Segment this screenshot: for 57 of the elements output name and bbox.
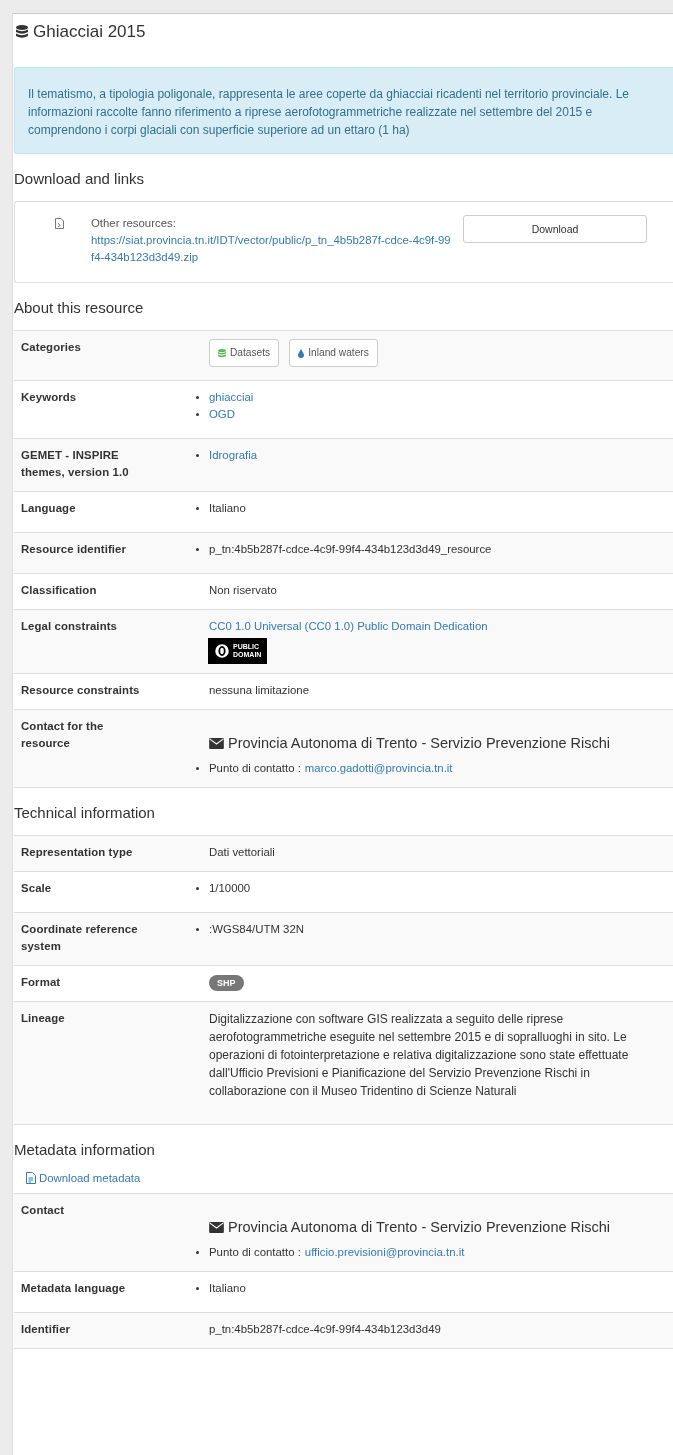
field-value: Non riservato	[209, 584, 277, 596]
field-label: Resource constraints	[21, 683, 140, 698]
keyword-link[interactable]: OGD	[209, 406, 235, 423]
field-label: GEMET - INSPIRE themes, version 1.0	[21, 448, 130, 480]
field-value: p_tn:4b5b287f-cdce-4c9f-99f4-434b123d3d49_resource	[209, 542, 492, 557]
field-label: Legal constraints	[21, 619, 117, 634]
document-icon	[26, 1172, 36, 1184]
section-heading: Download and links	[14, 170, 146, 187]
field-value: Italiano	[209, 501, 246, 516]
email-link[interactable]: marco.gadotti@provincia.tn.it	[304, 760, 453, 777]
contact-label: Punto di contatto :	[209, 761, 301, 776]
category-tag[interactable]: Datasets	[209, 339, 280, 367]
database-icon	[218, 348, 226, 358]
description-alert: Il tematismo, a tipologia poligonale, rappresenta le aree coperte da ghiacciai ricadenti nel territorio provinciale. Le informazioni raccolte fanno riferimento a riprese aerofotogrammetriche realizzate nel settembre del 2015 e comprendono i corpi glaciali con superficie superiore ad un ettaro (1 ha)	[14, 67, 673, 154]
license-link[interactable]: CC0 1.0 Universal (CC0 1.0) Public Domain Dedication	[209, 620, 488, 632]
field-label: Coordinate reference system	[21, 922, 139, 954]
organization-name: Provincia Autonoma di Trento - Servizio Prevenzione Rischi	[228, 1219, 610, 1236]
section-heading: Technical information	[14, 804, 156, 821]
field-value: p_tn:4b5b287f-cdce-4c9f-99f4-434b123d3d49	[209, 1323, 441, 1335]
field-value: :WGS84/UTM 32N	[209, 922, 304, 937]
field-value: 1/10000	[209, 881, 251, 896]
field-label: Scale	[21, 881, 52, 896]
field-label: Resource identifier	[21, 542, 127, 557]
contact-label: Punto di contatto :	[209, 1245, 301, 1260]
field-label: Metadata language	[21, 1281, 126, 1296]
format-badge: SHP	[209, 975, 244, 991]
email-link[interactable]: ufficio.previsioni@provincia.tn.it	[304, 1244, 465, 1261]
resource-link[interactable]: https://siat.provincia.tn.it/IDT/vector/public/p_tn_4b5b287f-cdce-4c9f-99f4-434b123d3d49.zip	[91, 232, 453, 266]
page-title: Ghiacciai 2015	[33, 22, 146, 42]
keyword-link[interactable]: ghiacciai	[209, 389, 254, 406]
field-label: Keywords	[21, 390, 77, 405]
field-label: Representation type	[21, 845, 133, 860]
drop-icon	[298, 348, 305, 358]
field-value: nessuna limitazione	[209, 684, 310, 696]
field-label: Categories	[21, 340, 81, 355]
field-label: Lineage	[21, 1011, 65, 1026]
organization-name: Provincia Autonoma di Trento - Servizio Prevenzione Rischi	[228, 735, 610, 752]
envelope-icon	[209, 738, 224, 749]
resource-label: Other resources:	[91, 216, 177, 231]
section-heading: About this resource	[14, 299, 145, 316]
download-metadata-link[interactable]: Download metadata	[39, 1172, 141, 1184]
field-label: Contact	[21, 1203, 65, 1218]
envelope-icon	[209, 1222, 224, 1233]
field-label: Classification	[21, 583, 97, 598]
field-value: Dati vettoriali	[209, 846, 275, 858]
field-label: Identifier	[21, 1322, 71, 1337]
download-button[interactable]: Download	[463, 215, 647, 243]
field-value: Digitalizzazione con software GIS realizzata a seguito delle riprese aerofotogrammetriche eseguite nel settembre 2015 e di sopralluoghi in sito. Le operazioni di fotointerpretazione e relativa digitalizzazione sono state effettuate dall'Ufficio Previsioni e Pianificazione del Servizio Prevenzione Rischi in collaborazione con il Museo Tridentino di Scienze Naturali	[209, 1011, 630, 1100]
field-label: Format	[21, 975, 61, 990]
category-tag[interactable]: Inland waters	[289, 339, 378, 367]
section-heading: Metadata information	[14, 1141, 156, 1158]
database-icon	[16, 25, 28, 39]
field-label: Contact for the resource	[21, 719, 105, 751]
keyword-link[interactable]: Idrografia	[209, 447, 258, 464]
file-icon	[55, 218, 64, 229]
field-label: Language	[21, 501, 76, 516]
field-value: Italiano	[209, 1281, 246, 1296]
